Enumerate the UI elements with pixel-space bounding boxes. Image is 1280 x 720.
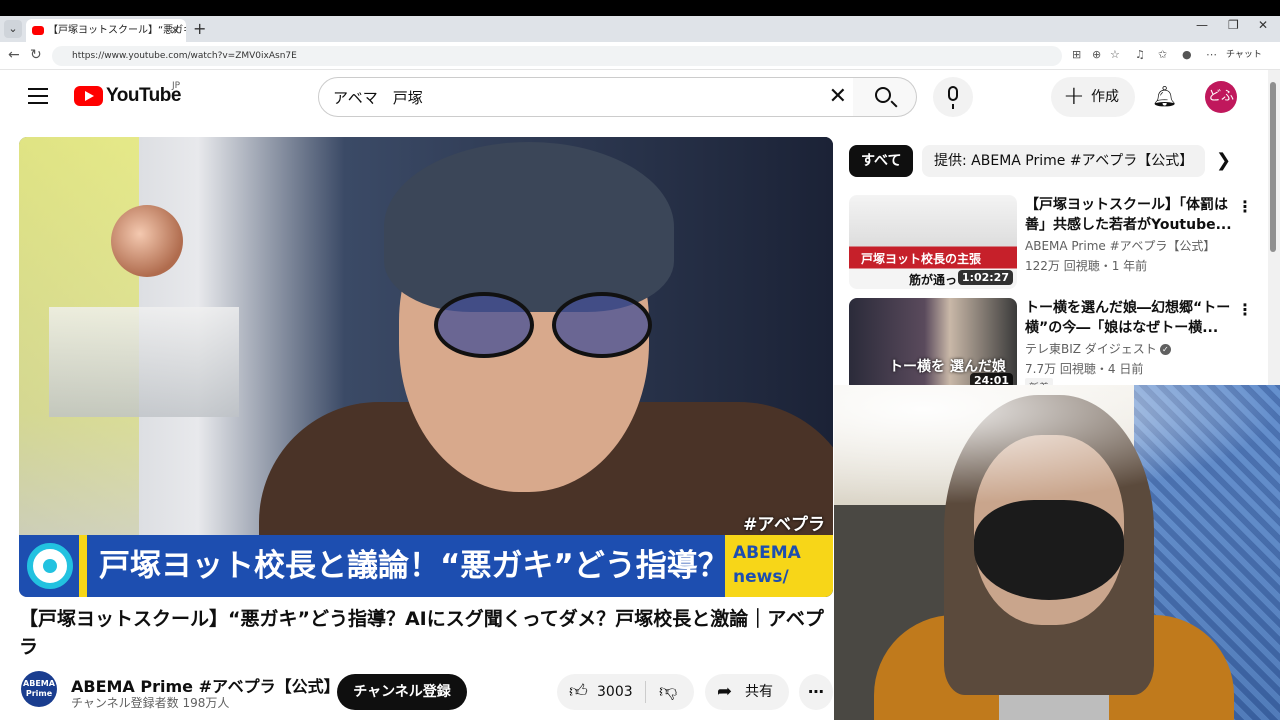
plus-icon: +	[1063, 81, 1085, 111]
voice-search-button[interactable]	[933, 77, 973, 117]
caption-logo-line1: ABEMA	[733, 543, 801, 563]
profile-icon[interactable]: ●	[1182, 48, 1192, 61]
more-menu-icon[interactable]: ⋯	[1206, 48, 1217, 61]
close-tab-icon[interactable]: ✕	[171, 19, 180, 42]
caption-logo-line2: news/	[733, 567, 789, 587]
abema-news-logo: ABEMA news/	[725, 535, 833, 597]
subscribe-button[interactable]: チャンネル登録	[337, 674, 467, 710]
account-avatar[interactable]: どふ	[1205, 81, 1237, 113]
video-player[interactable]: #アベプラ 戸塚ヨット校長と議論！“悪ガキ”どう指導？ ABEMA news/	[19, 137, 833, 597]
reload-icon[interactable]: ↻	[30, 47, 42, 63]
create-button[interactable]: + 作成	[1051, 77, 1135, 117]
scrollbar[interactable]	[1268, 70, 1280, 385]
browser-toolbar: ← ↻ https://www.youtube.com/watch?v=ZMV0…	[0, 42, 1280, 70]
browser-tab[interactable]: 【戸塚ヨットスクール】“悪ガキ”どう指 ✕	[26, 19, 186, 42]
recommendation-channel[interactable]: テレ東BIZ ダイジェスト ✓	[1025, 340, 1171, 357]
favorites-icon[interactable]: ✩	[1158, 48, 1167, 61]
like-dislike-group: 👍︎ 3003 👎︎	[557, 674, 694, 710]
recommendation-title[interactable]: 【戸塚ヨットスクール】「体罰は善」共感した若者がYoutube...	[1025, 195, 1235, 235]
new-tab-button[interactable]: +	[193, 19, 206, 38]
like-count[interactable]: 3003	[597, 674, 633, 710]
tab-list-button[interactable]: ⌄	[4, 20, 22, 38]
duration-badge: 1:02:27	[957, 270, 1013, 285]
favorite-star-icon[interactable]: ☆	[1110, 48, 1120, 61]
search-icon	[875, 87, 891, 103]
recommendation-meta: 7.7万 回視聴・4 日前	[1025, 362, 1144, 376]
webcam-light-glare	[834, 385, 1280, 505]
share-icon: ➦	[717, 681, 733, 702]
search-button[interactable]	[853, 77, 917, 117]
chevron-right-icon[interactable]: ❯	[1216, 150, 1231, 171]
video-title: 【戸塚ヨットスクール】“悪ガキ”どう指導？AIにスグ聞くってダメ？戸塚校長と激論…	[19, 608, 824, 658]
caption-accent	[79, 535, 87, 597]
refresh-logo-icon	[27, 543, 73, 589]
back-icon[interactable]: ←	[8, 47, 20, 63]
verified-check-icon: ✓	[1159, 344, 1171, 355]
scrollbar-thumb[interactable]	[1270, 82, 1276, 252]
recommendation-item[interactable]: 戸塚ヨット校長の主張 筋が通っ 1:02:27 【戸塚ヨットスクール】「体罰は善…	[849, 195, 1253, 289]
studio-shelf	[49, 307, 239, 417]
recommendation-meta: 122万 回視聴・1 年前	[1025, 259, 1148, 273]
caption-text: 戸塚ヨット校長と議論！“悪ガキ”どう指導？	[99, 548, 729, 584]
thumbnail-text: 戸塚ヨット校長の主張	[861, 252, 982, 266]
speaker-glasses	[434, 292, 654, 362]
zoom-icon[interactable]: ⊕	[1092, 48, 1101, 61]
tab-title: 【戸塚ヨットスクール】“悪ガキ”どう指	[48, 25, 186, 36]
thumbs-down-icon[interactable]: 👎︎	[659, 680, 677, 704]
thumbnail-subtext: 筋が通っ	[909, 273, 958, 287]
search-box: ✕	[318, 77, 854, 117]
recommendation-title[interactable]: トー横を選んだ娘―幻想郷“トー横”の今―「娘はなぜトー横...	[1025, 298, 1235, 338]
logo-text: YouTube	[106, 85, 181, 106]
recommendation-thumbnail[interactable]: トー横を 選んだ娘 24:01	[849, 298, 1017, 392]
letterbox	[0, 0, 1280, 16]
recommendation-channel[interactable]: ABEMA Prime #アベプラ【公式】	[1025, 237, 1215, 254]
youtube-favicon-icon	[32, 26, 44, 35]
search-input[interactable]	[333, 84, 813, 110]
more-actions-icon[interactable]: ⋯	[799, 674, 833, 710]
notifications-bell-icon[interactable]: 🔔︎	[1152, 84, 1177, 108]
chip-all[interactable]: すべて	[849, 145, 914, 177]
thumbs-up-icon[interactable]: 👍︎	[569, 680, 588, 704]
youtube-play-icon	[74, 86, 103, 106]
subscriber-count: チャンネル登録者数 198万人	[71, 696, 230, 710]
kebab-menu-icon[interactable]: ⋮	[1237, 300, 1253, 319]
extension-icon[interactable]: ♫	[1135, 48, 1145, 61]
video-watermark: #アベプラ	[743, 515, 825, 535]
webcam-person-mask	[974, 500, 1124, 600]
video-caption-banner: 戸塚ヨット校長と議論！“悪ガキ”どう指導？ ABEMA news/	[19, 535, 833, 597]
menu-icon[interactable]	[28, 88, 48, 104]
address-bar[interactable]: https://www.youtube.com/watch?v=ZMV0ixAs…	[52, 46, 1062, 66]
share-button[interactable]: ➦ 共有	[705, 674, 789, 710]
speaker-hair	[384, 142, 674, 312]
channel-avatar[interactable]: ABEMA Prime	[21, 671, 57, 707]
webcam-overlay	[834, 385, 1280, 720]
share-label: 共有	[745, 684, 773, 700]
apps-icon[interactable]: ⊞	[1072, 48, 1081, 61]
browser-tabstrip: ⌄ 【戸塚ヨットスクール】“悪ガキ”どう指 ✕ + — ❐ ✕	[0, 16, 1280, 42]
close-window-icon[interactable]: ✕	[1258, 18, 1268, 32]
clear-search-icon[interactable]: ✕	[829, 84, 847, 110]
copilot-chat-button[interactable]: チャット	[1226, 47, 1262, 60]
studio-lamp	[111, 205, 183, 277]
restore-icon[interactable]: ❐	[1228, 18, 1239, 32]
chip-provided-by[interactable]: 提供: ABEMA Prime #アベプラ【公式】	[922, 145, 1206, 177]
microphone-icon	[948, 86, 958, 109]
minimize-icon[interactable]: —	[1196, 18, 1208, 32]
recommendation-thumbnail[interactable]: 戸塚ヨット校長の主張 筋が通っ 1:02:27	[849, 195, 1017, 289]
logo-region: JP	[172, 81, 181, 91]
kebab-menu-icon[interactable]: ⋮	[1237, 197, 1253, 216]
divider	[645, 681, 646, 703]
create-label: 作成	[1091, 89, 1119, 105]
channel-label: テレ東BIZ ダイジェスト	[1025, 342, 1157, 356]
